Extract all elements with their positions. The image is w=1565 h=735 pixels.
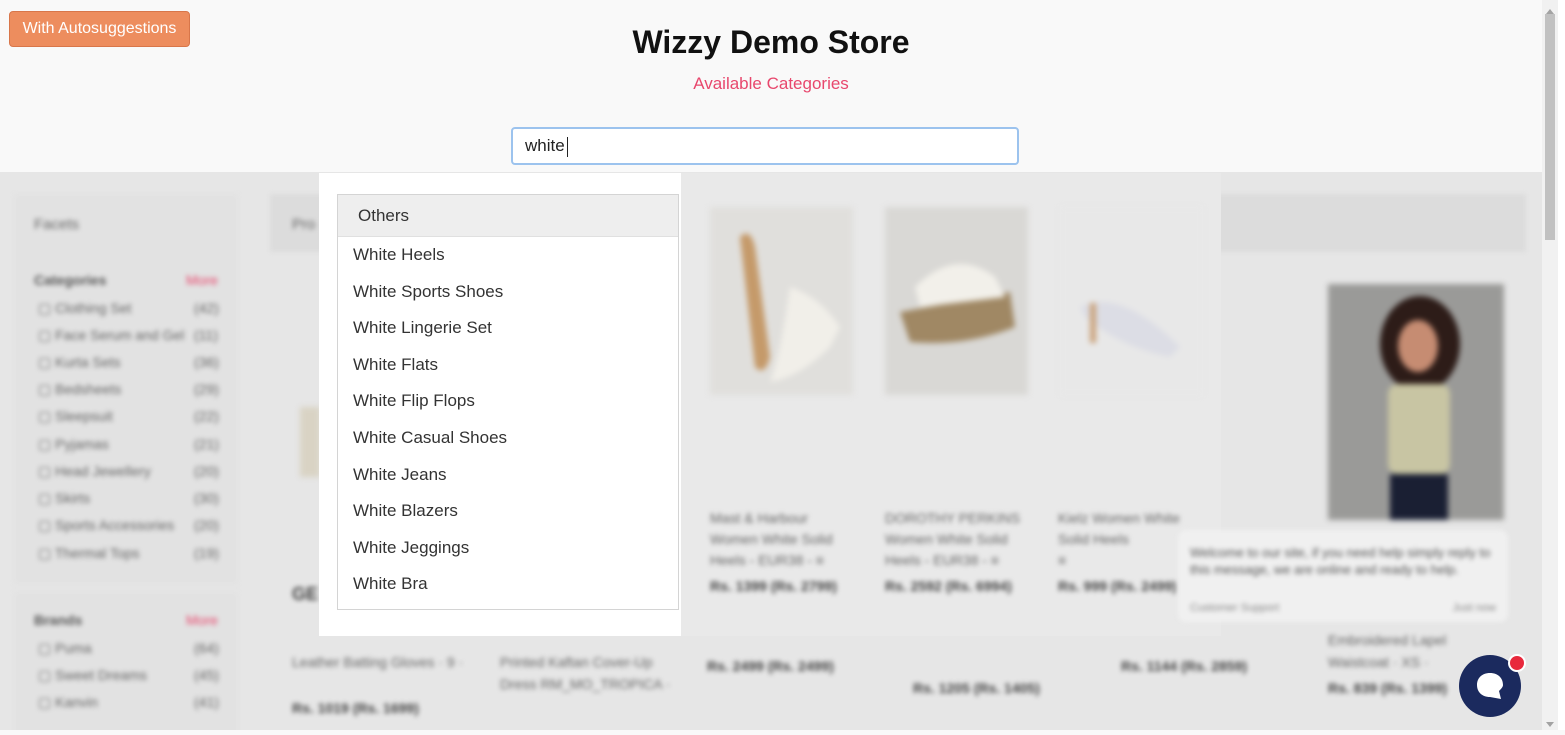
product-image[interactable] <box>710 207 853 395</box>
chat-time: Just now <box>1452 602 1496 614</box>
facet-count: (41) <box>194 694 219 710</box>
suggestion-item[interactable]: White Lingerie Set <box>338 310 678 347</box>
product-brand[interactable]: Kielz Women White <box>1058 510 1180 526</box>
scrollbar-thumb[interactable] <box>1545 14 1555 240</box>
autosuggest-dropdown: Others White Heels White Sports Shoes Wh… <box>319 173 681 636</box>
facet-item[interactable]: ▢ Puma <box>38 640 92 657</box>
suggested-products-panel: Mast & Harbour Women White Solid Heels -… <box>681 173 1221 636</box>
product-title[interactable]: Leather Batting Gloves · 9 · <box>292 654 463 670</box>
products-title: Pro <box>292 216 316 233</box>
facet-item[interactable]: ▢ Face Serum and Gel <box>38 327 184 344</box>
suggestion-item[interactable]: White Flip Flops <box>338 383 678 420</box>
brands-heading: Brands <box>34 612 83 628</box>
facet-count: (11) <box>194 327 218 343</box>
facet-item[interactable]: ▢ Kanvin <box>38 694 98 711</box>
suggestion-list: Others White Heels White Sports Shoes Wh… <box>337 194 679 610</box>
product-image[interactable] <box>885 207 1028 395</box>
product-title[interactable]: Dress RM_MO_TROPICA · <box>500 676 670 692</box>
facet-count: (20) <box>194 463 219 479</box>
facet-item[interactable]: ▢ Bedsheets <box>38 381 121 398</box>
product-image[interactable] <box>1328 284 1504 520</box>
facet-count: (19) <box>194 545 219 561</box>
product-title[interactable]: ≡ <box>1058 552 1066 568</box>
facet-item[interactable]: ▢ Kurta Sets <box>38 354 121 371</box>
facet-item[interactable]: ▢ Clothing Set <box>38 300 131 317</box>
facet-count: (36) <box>194 354 219 370</box>
store-header: With Autosuggestions Wizzy Demo Store Av… <box>0 0 1542 172</box>
product-image[interactable] <box>300 407 320 477</box>
product-title[interactable]: Embroidered Lapel <box>1328 632 1446 648</box>
chat-sender: Customer Support <box>1190 602 1280 614</box>
product-brand[interactable]: DOROTHY PERKINS <box>885 510 1020 526</box>
product-image[interactable] <box>1060 207 1203 395</box>
facet-count: (21) <box>194 436 219 452</box>
product-price: Rs. 1144 (Rs. 2859) <box>1121 658 1248 674</box>
product-title[interactable]: Printed Kaftan Cover-Up <box>500 654 653 670</box>
scroll-up-arrow-icon[interactable] <box>1544 3 1556 14</box>
facet-count: (30) <box>194 490 219 506</box>
chat-welcome-bubble[interactable]: Welcome to our site, if you need help si… <box>1178 530 1508 622</box>
product-title[interactable]: Heels - EUR38 - ≡ <box>885 552 999 568</box>
search-input-value: white <box>525 136 565 155</box>
wedge-sandal-photo <box>885 207 1028 395</box>
product-price: Rs. 2499 (Rs. 2499) <box>707 658 834 674</box>
suggestion-item[interactable]: White Bra <box>338 566 678 603</box>
suggestion-item[interactable]: White Casual Shoes <box>338 420 678 457</box>
product-price: Rs. 1399 (Rs. 2799) <box>710 578 837 594</box>
facet-item[interactable]: ▢ Sports Accessories <box>38 517 174 534</box>
scroll-down-arrow-icon[interactable] <box>1544 717 1556 727</box>
product-brand[interactable]: Mast & Harbour <box>710 510 808 526</box>
suggestion-item[interactable]: White Jeans <box>338 457 678 494</box>
facets-title: Facets <box>34 216 80 233</box>
search-input[interactable]: white <box>511 127 1019 165</box>
chat-icon <box>1477 673 1503 699</box>
suggestion-item[interactable]: White Sports Shoes <box>338 274 678 311</box>
chat-unread-badge <box>1508 654 1526 672</box>
facet-item[interactable]: ▢ Sweet Dreams <box>38 667 147 684</box>
categories-more-link[interactable]: More <box>186 272 218 288</box>
facet-item[interactable]: ▢ Skirts <box>38 490 90 507</box>
product-price: Rs. 1019 (Rs. 1699) <box>292 700 419 716</box>
product-title[interactable]: Women White Solid <box>885 531 1008 547</box>
heel-sandal-photo <box>1060 207 1203 395</box>
white-heel-photo <box>710 207 853 395</box>
product-title[interactable]: Solid Heels <box>1058 531 1129 547</box>
page-title: Wizzy Demo Store <box>632 24 910 60</box>
facet-count: (22) <box>194 408 219 424</box>
product-tag: GE <box>292 584 319 604</box>
facet-item[interactable]: ▢ Sleepsuit <box>38 408 113 425</box>
product-price: Rs. 2592 (Rs. 6994) <box>885 578 1012 594</box>
facet-item[interactable]: ▢ Thermal Tops <box>38 545 139 562</box>
brands-more-link[interactable]: More <box>186 612 218 628</box>
facet-count: (64) <box>194 640 219 656</box>
facet-count: (45) <box>194 667 219 683</box>
facet-count: (29) <box>194 381 219 397</box>
suggestion-item[interactable]: White Blazers <box>338 493 678 530</box>
text-caret <box>566 136 568 157</box>
window-edge <box>1558 0 1565 730</box>
facet-count: (42) <box>194 300 219 316</box>
product-price: Rs. 999 (Rs. 2499) <box>1058 578 1178 594</box>
product-price: Rs. 1205 (Rs. 1405) <box>913 680 1040 696</box>
suggestion-section-header: Others <box>338 195 678 237</box>
available-categories-link[interactable]: Available Categories <box>0 74 1542 94</box>
product-title[interactable]: Women White Solid <box>710 531 833 547</box>
product-price: Rs. 839 (Rs. 1399) <box>1328 680 1448 696</box>
suggestion-item[interactable]: White Jeggings <box>338 530 678 567</box>
facet-item[interactable]: ▢ Pyjamas <box>38 436 109 453</box>
facet-item[interactable]: ▢ Head Jewellery <box>38 463 151 480</box>
product-title[interactable]: Waistcoat · XS · <box>1328 654 1429 670</box>
chat-message: Welcome to our site, if you need help si… <box>1190 545 1491 577</box>
model-photo <box>1328 284 1504 520</box>
facet-count: (20) <box>194 517 219 533</box>
product-title[interactable]: Heels - EUR38 - ≡ <box>710 552 824 568</box>
suggestion-item[interactable]: White Flats <box>338 347 678 384</box>
suggestion-item[interactable]: White Heels <box>338 237 678 274</box>
categories-heading: Categories <box>34 272 107 288</box>
